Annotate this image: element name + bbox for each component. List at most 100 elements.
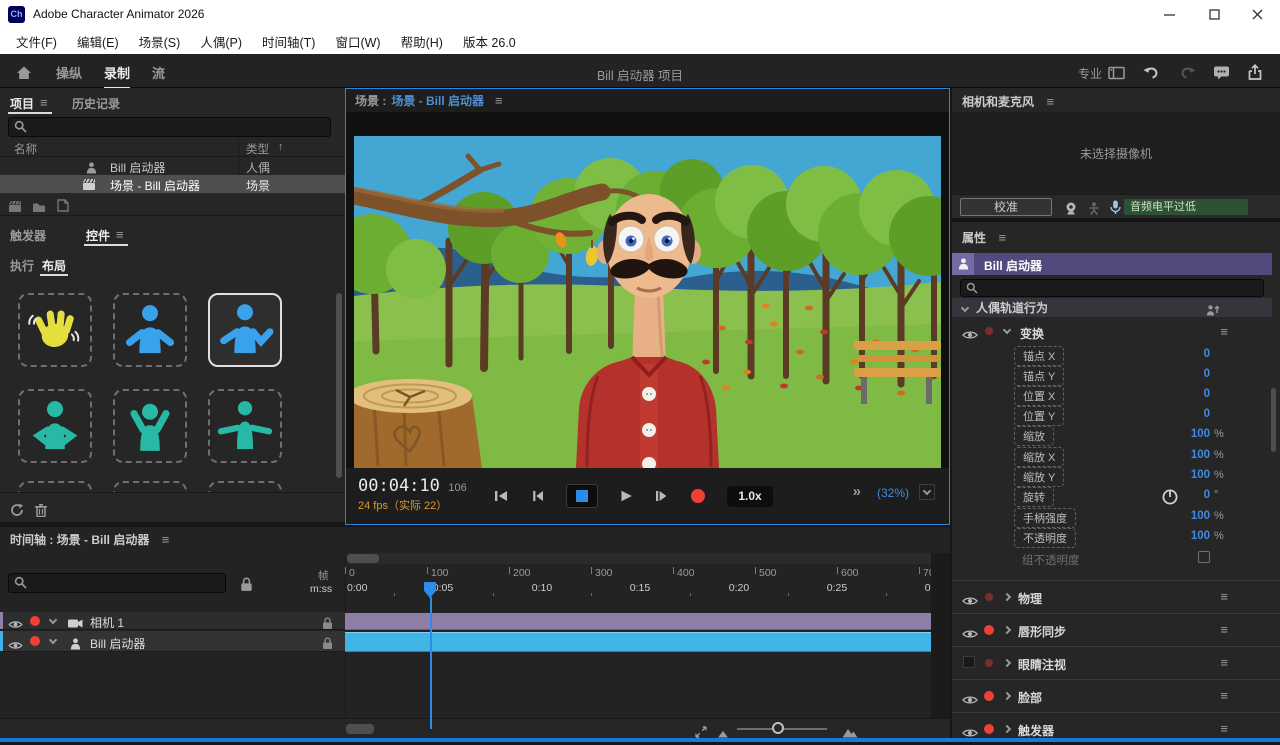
lock-icon[interactable] [322, 635, 333, 653]
control-button-arms-raised[interactable] [113, 389, 187, 463]
arm-record-dot[interactable] [30, 636, 40, 646]
timeline-top-scrollbar[interactable] [346, 553, 931, 564]
minimize-button[interactable] [1147, 0, 1192, 28]
puppet-track-behaviors-section[interactable]: 人偶轨道行为 [952, 298, 1272, 317]
control-button[interactable] [208, 481, 282, 492]
arm-record-dot[interactable] [984, 691, 994, 701]
menu-puppet[interactable]: 人偶(P) [190, 32, 252, 51]
mode-label[interactable]: 专业 [1078, 65, 1102, 82]
prop-label[interactable]: 缩放 Y [1014, 467, 1065, 487]
behavior-menu-icon[interactable]: ≡ [1220, 590, 1228, 603]
new-folder-icon[interactable] [32, 198, 46, 216]
group-opacity-checkbox[interactable] [1198, 551, 1210, 563]
behavior-menu-icon[interactable]: ≡ [1220, 722, 1228, 735]
chevron-right-icon[interactable] [1002, 691, 1012, 701]
behavior-menu-icon[interactable]: ≡ [1220, 623, 1228, 636]
trash-icon[interactable] [34, 501, 48, 519]
zoom-level[interactable]: (32%) [877, 486, 909, 500]
lock-icon[interactable] [240, 576, 253, 594]
undo-icon[interactable] [1143, 64, 1159, 82]
scene-panel-menu-icon[interactable]: ≡ [495, 94, 503, 107]
arm-record-dot[interactable] [985, 659, 993, 667]
eye-icon[interactable] [962, 625, 978, 643]
menu-edit[interactable]: 编辑(E) [67, 32, 129, 51]
control-button-hands-on-hips[interactable] [18, 389, 92, 463]
control-button-wave-hand[interactable] [18, 293, 92, 367]
behavior-menu-icon[interactable]: ≡ [1220, 656, 1228, 669]
project-row-scene[interactable]: 场景 - Bill 启动器 场景 [0, 175, 345, 193]
prop-value[interactable]: 0 [1140, 348, 1210, 360]
previous-frame-button[interactable] [530, 490, 544, 502]
prop-value[interactable]: 100 [1140, 469, 1210, 481]
behavior-lip-sync[interactable]: 唇形同步 ≡ [952, 613, 1280, 646]
behavior-transform[interactable]: 变换 ≡ [952, 322, 1280, 342]
new-item-icon[interactable] [56, 197, 70, 215]
project-panel-menu-icon[interactable]: ≡ [40, 96, 48, 109]
subtab-layout[interactable]: 布局 [42, 257, 66, 274]
zoom-dropdown[interactable] [919, 484, 935, 500]
control-button-t-pose[interactable] [208, 389, 282, 463]
frame-ruler[interactable]: 0 100 200 300 400 500 600 700 [345, 567, 935, 580]
track-header-puppet[interactable]: Bill 启动器 [0, 631, 345, 652]
menu-timeline[interactable]: 时间轴(T) [252, 32, 325, 51]
prop-label[interactable]: 缩放 [1014, 426, 1054, 446]
play-button[interactable] [620, 490, 633, 502]
tab-project[interactable]: 项目 [10, 95, 34, 112]
chevron-right-icon[interactable] [1002, 625, 1012, 635]
go-to-start-button[interactable] [494, 490, 508, 502]
stop-button[interactable] [566, 484, 598, 508]
prop-label[interactable]: 手柄强度 [1014, 508, 1076, 528]
eye-icon[interactable] [962, 326, 978, 344]
scene-name[interactable]: 场景 - Bill 启动器 [391, 92, 484, 109]
eye-icon[interactable] [962, 592, 978, 610]
behavior-menu-icon[interactable]: ≡ [1220, 689, 1228, 702]
tab-controls[interactable]: 控件 [86, 227, 110, 244]
eye-icon[interactable] [962, 691, 978, 709]
next-frame-button[interactable] [655, 490, 669, 502]
zoom-slider-handle[interactable] [772, 722, 784, 734]
share-icon[interactable] [1247, 63, 1263, 81]
playhead-line[interactable] [430, 597, 432, 729]
feedback-icon[interactable] [1213, 64, 1230, 82]
microphone-icon[interactable] [1108, 199, 1123, 217]
prop-value[interactable]: 0 [1140, 368, 1210, 380]
tab-history[interactable]: 历史记录 [72, 95, 120, 112]
prop-label[interactable]: 缩放 X [1014, 447, 1065, 467]
panel-layout-icon[interactable] [1108, 64, 1125, 82]
playback-speed[interactable]: 1.0x [727, 485, 773, 507]
prop-value[interactable]: 0 [1140, 408, 1210, 420]
chevron-down-icon[interactable] [1002, 325, 1012, 335]
timeline-menu-icon[interactable]: ≡ [162, 532, 170, 547]
control-button-arm-check[interactable] [208, 293, 282, 367]
track-bar-puppet[interactable] [345, 632, 931, 652]
scene-viewport[interactable] [332, 136, 969, 471]
controls-panel-menu-icon[interactable]: ≡ [116, 228, 124, 241]
prop-label[interactable]: 旋转 [1014, 487, 1054, 507]
arm-record-dot[interactable] [985, 593, 993, 601]
subtab-run[interactable]: 执行 [10, 257, 34, 274]
menu-help[interactable]: 帮助(H) [391, 32, 453, 51]
properties-panel-menu-icon[interactable]: ≡ [998, 230, 1006, 245]
menu-scene[interactable]: 场景(S) [129, 32, 191, 51]
prop-value[interactable]: 100 [1140, 530, 1210, 542]
behavior-eye-gaze[interactable]: 眼睛注视 ≡ [952, 646, 1280, 679]
timeline-hscrollbar[interactable] [346, 724, 374, 734]
calibrate-button[interactable]: 校准 [960, 198, 1052, 216]
properties-search-input[interactable] [960, 279, 1264, 297]
control-button[interactable] [18, 481, 92, 492]
prop-label[interactable]: 锚点 X [1014, 346, 1065, 366]
body-tracking-icon[interactable] [1088, 200, 1100, 218]
add-behavior-icon[interactable] [1206, 301, 1220, 319]
new-scene-icon[interactable] [8, 198, 22, 216]
selected-puppet-bar[interactable]: Bill 启动器 [952, 253, 1272, 275]
chevron-right-icon[interactable] [1002, 724, 1012, 734]
arm-record-dot[interactable] [984, 625, 994, 635]
project-row-puppet[interactable]: Bill 启动器 人偶 [0, 157, 345, 175]
prop-label[interactable]: 位置 X [1014, 386, 1065, 406]
chevron-down-icon[interactable] [48, 615, 58, 625]
visibility-box-icon[interactable] [963, 656, 975, 668]
scrollbar-thumb[interactable] [347, 554, 379, 563]
arm-record-dot[interactable] [985, 327, 993, 335]
menu-file[interactable]: 文件(F) [6, 32, 67, 51]
col-type[interactable]: 类型 [246, 141, 269, 157]
